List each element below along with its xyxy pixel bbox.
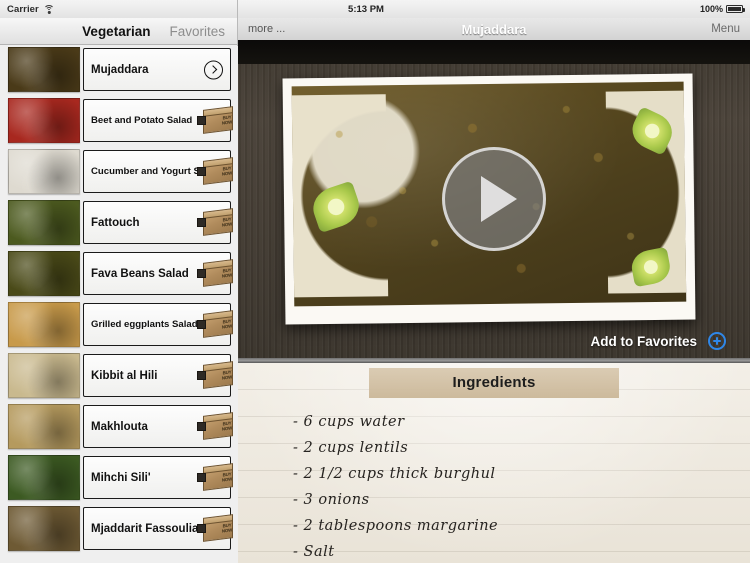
box-tab <box>197 421 206 431</box>
list-item-label: Mjaddarit Fassoulia <box>91 522 199 535</box>
list-item-label: Mujaddara <box>91 63 149 76</box>
list-item-thumbnail <box>8 455 80 500</box>
box-tab <box>197 268 206 278</box>
list-item[interactable]: Cucumber and Yogurt Salad BUY NOW <box>0 148 238 195</box>
app-root: Carrier Vegetarian Favorites Mujaddara Be… <box>0 0 750 563</box>
box-tab <box>197 166 206 176</box>
list-item[interactable]: Grilled eggplants Salad BUY NOW <box>0 301 238 348</box>
ingredients-panel: Ingredients - 6 cups water - 2 cups lenti… <box>238 363 750 563</box>
list-item-thumbnail <box>8 47 80 92</box>
list-item[interactable]: Fava Beans Salad BUY NOW <box>0 250 238 297</box>
add-to-favorites-label: Add to Favorites <box>590 333 697 349</box>
ingredient-line: - 3 onions <box>293 492 370 508</box>
list-item-thumbnail <box>8 302 80 347</box>
buy-now-label: BUY NOW <box>221 266 233 278</box>
list-item-body[interactable]: Mihchi Sili' BUY NOW <box>83 456 233 499</box>
sidebar-panel: Carrier Vegetarian Favorites Mujaddara Be… <box>0 0 238 563</box>
buy-now-box-icon[interactable]: BUY NOW <box>197 105 238 135</box>
buy-now-label: BUY NOW <box>221 317 233 329</box>
buy-now-label: BUY NOW <box>221 164 233 176</box>
list-item[interactable]: Mujaddara <box>0 46 238 93</box>
recipe-list[interactable]: Mujaddara Beet and Potato Salad BUY NOW Cuc… <box>0 46 238 563</box>
list-item[interactable]: Makhlouta BUY NOW <box>0 403 238 450</box>
buy-now-label: BUY NOW <box>221 419 233 431</box>
sidebar-tabbar: Vegetarian Favorites <box>0 18 237 45</box>
list-item-body[interactable]: Makhlouta BUY NOW <box>83 405 233 448</box>
list-item-body[interactable]: Kibbit al Hili BUY NOW <box>83 354 233 397</box>
menu-button[interactable]: Menu <box>711 23 740 35</box>
box-tab <box>197 472 206 482</box>
page-title: Mujaddara <box>461 21 527 37</box>
status-bar-right: 5:13 PM 100% <box>238 0 750 18</box>
list-item-thumbnail <box>8 251 80 296</box>
list-item-body[interactable]: Mjaddarit Fassoulia BUY NOW <box>83 507 233 550</box>
plus-circle-icon[interactable] <box>708 332 726 350</box>
list-item-label: Fattouch <box>91 216 140 229</box>
list-item-thumbnail <box>8 200 80 245</box>
play-icon[interactable] <box>442 147 546 251</box>
ingredient-line: - Salt <box>293 544 335 560</box>
battery-full-icon <box>726 5 745 13</box>
buy-now-box-icon[interactable]: BUY NOW <box>197 207 238 237</box>
detail-navbar: more ... Mujaddara Menu <box>238 18 750 40</box>
list-item-label: Kibbit al Hili <box>91 369 158 382</box>
status-bar-left: Carrier <box>0 0 237 18</box>
wifi-icon <box>43 4 55 14</box>
list-item-thumbnail <box>8 404 80 449</box>
list-item-label: Fava Beans Salad <box>91 267 189 280</box>
buy-now-box-icon[interactable]: BUY NOW <box>197 411 238 441</box>
ingredient-line: - 2 cups lentils <box>293 440 409 456</box>
box-tab <box>197 523 206 533</box>
add-to-favorites-button[interactable]: Add to Favorites <box>238 324 750 358</box>
box-tab <box>197 115 206 125</box>
list-item-label: Mihchi Sili' <box>91 471 151 484</box>
list-item-body[interactable]: Fattouch BUY NOW <box>83 201 233 244</box>
tab-favorites[interactable]: Favorites <box>169 24 225 39</box>
buy-now-label: BUY NOW <box>221 215 233 227</box>
ingredients-list: - 6 cups water - 2 cups lentils - 2 1/2 cu… <box>293 409 736 563</box>
list-item-thumbnail <box>8 98 80 143</box>
buy-now-label: BUY NOW <box>221 470 233 482</box>
buy-now-label: BUY NOW <box>221 521 233 533</box>
list-item-label: Grilled eggplants Salad <box>91 319 198 330</box>
buy-now-box-icon[interactable]: BUY NOW <box>197 309 238 339</box>
buy-now-box-icon[interactable]: BUY NOW <box>197 462 238 492</box>
list-item[interactable]: Beet and Potato Salad BUY NOW <box>0 97 238 144</box>
list-item-thumbnail <box>8 149 80 194</box>
list-item[interactable]: Kibbit al Hili BUY NOW <box>0 352 238 399</box>
list-item[interactable]: Mihchi Sili' BUY NOW <box>0 454 238 501</box>
buy-now-label: BUY NOW <box>221 113 233 125</box>
chevron-right-icon[interactable] <box>204 60 223 79</box>
media-section: Add to Favorites <box>238 40 750 358</box>
list-item[interactable]: Mjaddarit Fassoulia BUY NOW <box>0 505 238 552</box>
clock-label: 5:13 PM <box>348 3 384 15</box>
box-tab <box>197 217 206 227</box>
box-tab <box>197 370 206 380</box>
list-item-label: Makhlouta <box>91 420 148 433</box>
battery-percent-label: 100% <box>699 4 723 14</box>
list-item[interactable]: Fattouch BUY NOW <box>0 199 238 246</box>
detail-panel: 5:13 PM 100% more ... Mujaddara Menu Add… <box>238 0 750 563</box>
list-item-label: Beet and Potato Salad <box>91 115 193 126</box>
list-item-thumbnail <box>8 506 80 551</box>
ingredient-line: - 2 tablespoons margarine <box>293 518 499 534</box>
ingredients-heading: Ingredients <box>452 374 536 391</box>
carrier-label: Carrier <box>7 3 39 15</box>
ingredient-line: - 6 cups water <box>293 414 405 430</box>
list-item-thumbnail <box>8 353 80 398</box>
buy-now-box-icon[interactable]: BUY NOW <box>197 258 238 288</box>
buy-now-box-icon[interactable]: BUY NOW <box>197 156 238 186</box>
buy-now-box-icon[interactable]: BUY NOW <box>197 360 238 390</box>
list-item-body[interactable]: Mujaddara <box>83 48 231 91</box>
ingredient-line: - 2 1/2 cups thick burghul <box>293 466 496 482</box>
list-item-body[interactable]: Fava Beans Salad BUY NOW <box>83 252 233 295</box>
list-item-body[interactable]: Grilled eggplants Salad BUY NOW <box>83 303 233 346</box>
list-item-body[interactable]: Beet and Potato Salad BUY NOW <box>83 99 233 142</box>
buy-now-label: BUY NOW <box>221 368 233 380</box>
battery-indicator: 100% <box>699 4 745 14</box>
buy-now-box-icon[interactable]: BUY NOW <box>197 513 238 543</box>
box-tab <box>197 319 206 329</box>
list-item-body[interactable]: Cucumber and Yogurt Salad BUY NOW <box>83 150 233 193</box>
tab-vegetarian[interactable]: Vegetarian <box>82 24 150 39</box>
